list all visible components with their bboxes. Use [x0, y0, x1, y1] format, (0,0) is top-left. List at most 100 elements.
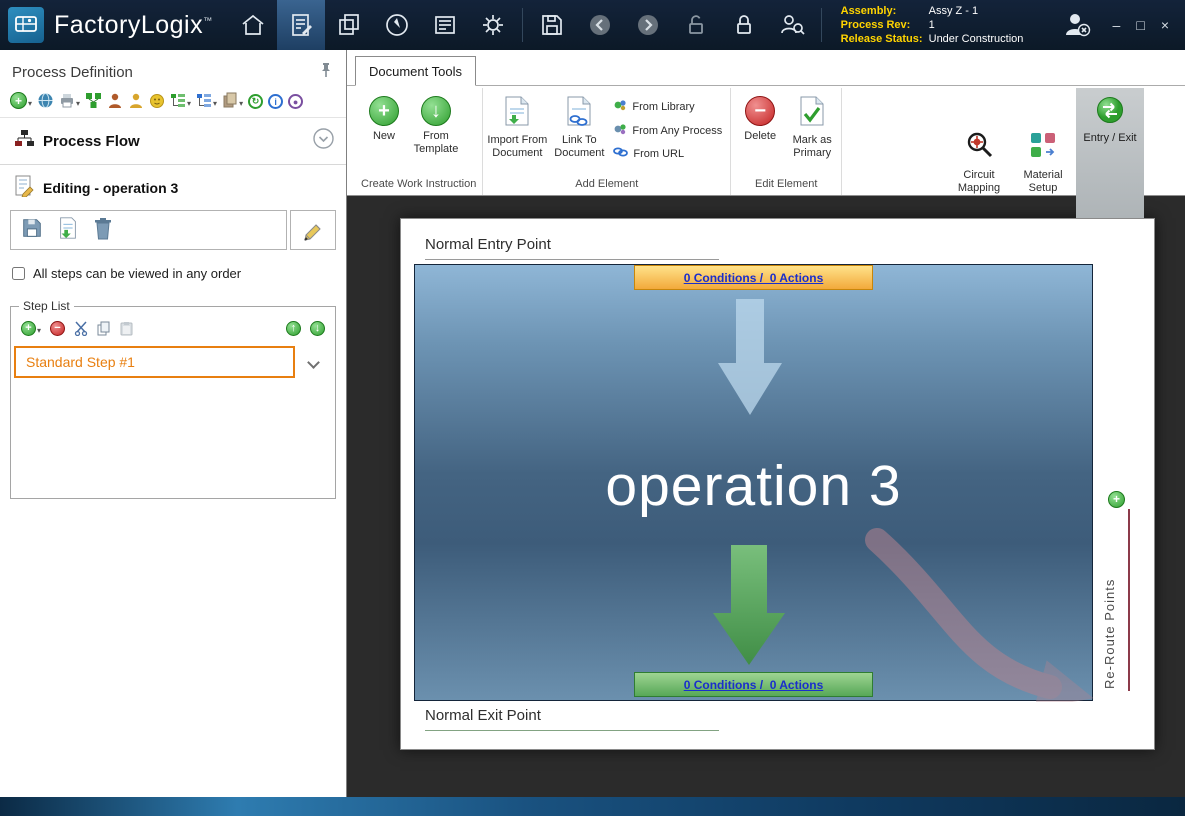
editing-doc-icon — [14, 175, 34, 200]
move-up-icon[interactable]: ↑ — [286, 318, 301, 336]
normal-entry-point-label: Normal Entry Point — [425, 236, 551, 253]
close-button[interactable]: × — [1161, 17, 1169, 33]
main-content: Document Tools + New ↓ From Template Cre… — [347, 50, 1185, 797]
process-rev-value: 1 — [929, 18, 935, 32]
new-button[interactable]: + New — [359, 88, 409, 143]
documents-icon[interactable]: ▾ — [222, 91, 243, 109]
assembly-value: Assy Z - 1 — [929, 4, 979, 18]
material-setup-button[interactable]: Material Setup — [1012, 130, 1074, 195]
engineer-icon[interactable] — [128, 91, 144, 109]
titlebar-toolbar — [229, 0, 827, 50]
operation-title: operation 3 — [415, 453, 1092, 519]
entry-exit-icon — [1096, 96, 1124, 127]
tree-import-icon[interactable]: ▾ — [196, 91, 217, 109]
from-template-button[interactable]: ↓ From Template — [411, 88, 461, 156]
link-to-document-button[interactable]: Link To Document — [549, 88, 609, 160]
editing-row: Editing - operation 3 — [0, 164, 346, 208]
tree-export-icon[interactable]: ▾ — [170, 91, 191, 109]
app-title: FactoryLogix™ — [54, 11, 213, 40]
help-icon[interactable]: ● — [288, 91, 303, 109]
reroute-flow-arrow — [877, 540, 1050, 687]
mark-as-primary-button[interactable]: Mark as Primary — [787, 88, 837, 160]
link-to-document-icon — [566, 96, 592, 130]
find-user-icon[interactable] — [768, 0, 816, 50]
entry-conditions-link[interactable]: 0 Conditions / 0 Actions — [634, 265, 873, 290]
process-flow-icon — [14, 129, 34, 154]
from-library-button[interactable]: From Library — [613, 98, 722, 115]
step-list: Step List +▾ − ↑ ↓ Standard Step #1 — [10, 299, 336, 499]
delete-step-icon[interactable] — [92, 216, 114, 245]
home-icon[interactable] — [229, 0, 277, 50]
pin-icon[interactable] — [318, 62, 334, 83]
print-icon[interactable]: ▾ — [59, 91, 80, 109]
operation-document-panel: Normal Entry Point 0 Conditions / 0 Acti… — [400, 218, 1155, 750]
globe-icon[interactable] — [37, 91, 54, 109]
group-edit-element: − Delete Mark as Primary Edit Element — [731, 88, 842, 195]
paste-icon[interactable] — [120, 318, 133, 336]
remove-step-icon[interactable]: − — [50, 318, 65, 336]
delete-button[interactable]: − Delete — [735, 88, 785, 143]
unlock-icon[interactable] — [672, 0, 720, 50]
new-icon: + — [369, 96, 399, 126]
add-step-icon[interactable]: +▾ — [21, 318, 41, 336]
tab-document-tools[interactable]: Document Tools — [355, 56, 476, 86]
settings-gear-icon[interactable] — [469, 0, 517, 50]
add-reroute-icon[interactable]: + — [1108, 490, 1125, 508]
history-icon[interactable]: ↻ — [248, 91, 263, 109]
editing-toolbar — [10, 210, 336, 250]
circuit-mapping-button[interactable]: Circuit Mapping — [948, 130, 1010, 195]
factorylogix-logo-icon — [8, 7, 44, 43]
from-any-process-icon — [613, 122, 627, 139]
normal-exit-point-label: Normal Exit Point — [425, 707, 541, 724]
news-icon[interactable] — [421, 0, 469, 50]
cut-icon[interactable] — [74, 318, 88, 336]
assembly-label: Assembly: — [841, 4, 929, 18]
add-icon[interactable]: +▾ — [10, 91, 32, 109]
copy-icon[interactable] — [97, 318, 111, 336]
from-library-icon — [613, 98, 627, 115]
save-icon[interactable] — [528, 0, 576, 50]
release-status-value: Under Construction — [929, 32, 1024, 46]
batch-records-icon[interactable] — [325, 0, 373, 50]
step-item-standard-step-1[interactable]: Standard Step #1 — [14, 346, 295, 378]
navigation-compass-icon[interactable] — [373, 0, 421, 50]
logout-user-icon[interactable] — [1053, 0, 1101, 50]
process-flow-expander[interactable] — [313, 128, 334, 154]
save-step-icon[interactable] — [20, 216, 44, 245]
ribbon-right-tools: Circuit Mapping Material Setup — [948, 130, 1074, 195]
from-url-button[interactable]: From URL — [613, 146, 722, 161]
group-label: Create Work Instruction — [359, 174, 478, 195]
status-icon[interactable] — [149, 91, 165, 109]
forward-icon[interactable] — [624, 0, 672, 50]
work-instruction-editor-icon[interactable] — [277, 0, 325, 50]
move-down-icon[interactable]: ↓ — [310, 318, 325, 336]
assembly-info: Assembly:Assy Z - 1 Process Rev:1 Releas… — [841, 4, 1024, 46]
edit-pencil-button[interactable] — [290, 210, 336, 250]
view-any-order-label: All steps can be viewed in any order — [33, 266, 241, 281]
operation-node[interactable]: 0 Conditions / 0 Actions operation 3 0 C… — [414, 264, 1093, 701]
minimize-button[interactable]: – — [1113, 17, 1121, 33]
operator-icon[interactable] — [107, 91, 123, 109]
editing-label: Editing - operation 3 — [43, 180, 178, 196]
info-icon[interactable]: i — [268, 91, 283, 109]
entry-exit-button[interactable]: Entry / Exit — [1076, 88, 1144, 218]
step-list-toolbar: +▾ − ↑ ↓ — [13, 315, 333, 342]
titlebar: FactoryLogix™ — [0, 0, 1185, 50]
from-any-process-button[interactable]: From Any Process — [613, 122, 722, 139]
process-rev-label: Process Rev: — [841, 18, 929, 32]
factorylogix-window: FactoryLogix™ — [0, 0, 1185, 816]
exit-conditions-link[interactable]: 0 Conditions / 0 Actions — [634, 672, 873, 697]
view-any-order-checkbox[interactable] — [12, 267, 25, 280]
import-from-document-button[interactable]: Import From Document — [487, 88, 547, 160]
titlebar-separator — [522, 8, 523, 42]
ribbon: + New ↓ From Template Create Work Instru… — [347, 86, 1185, 196]
import-step-icon[interactable] — [56, 216, 80, 245]
back-icon[interactable] — [576, 0, 624, 50]
from-url-icon — [613, 146, 628, 161]
workflow-icon[interactable] — [85, 91, 102, 109]
lock-icon[interactable] — [720, 0, 768, 50]
group-label: Edit Element — [735, 174, 837, 195]
step-item-expander[interactable] — [295, 358, 331, 367]
maximize-button[interactable]: □ — [1136, 17, 1144, 33]
release-status-label: Release Status: — [841, 32, 929, 46]
